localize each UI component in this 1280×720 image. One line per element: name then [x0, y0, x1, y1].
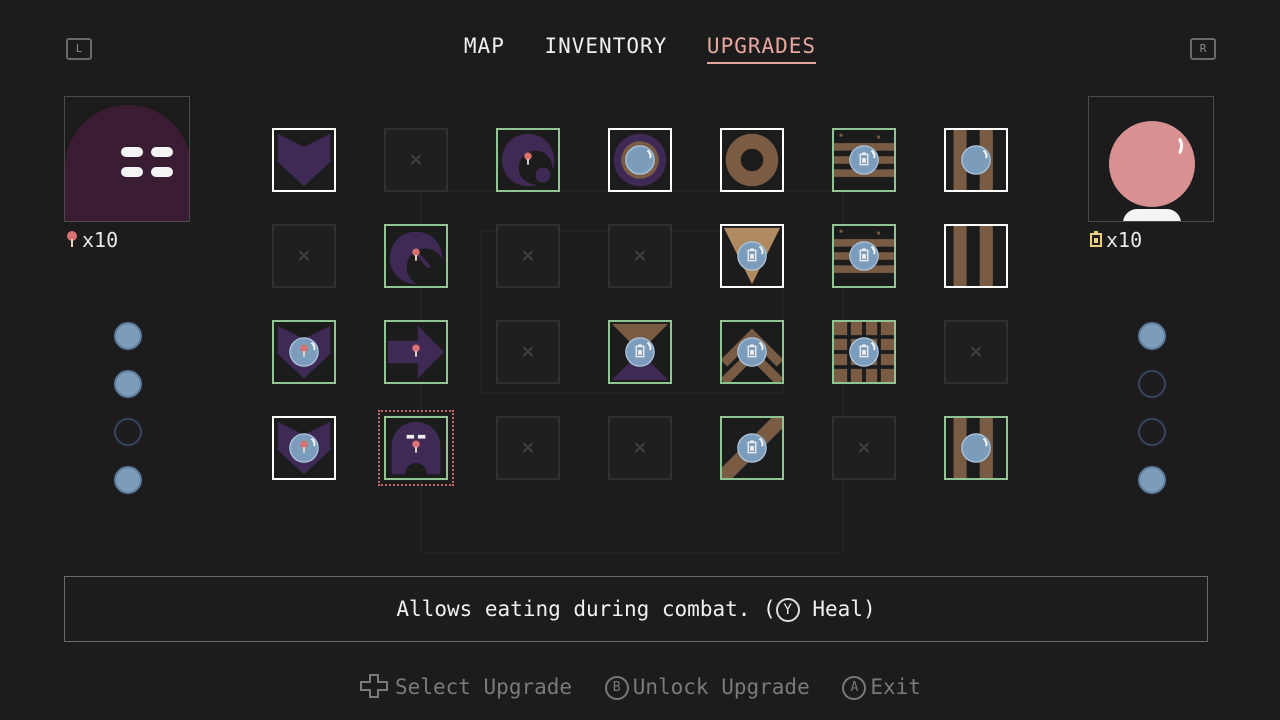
- locked-upgrade-slot[interactable]: ✕: [608, 416, 672, 480]
- battery-stripes-icon: [834, 226, 894, 286]
- control-hints: Select Upgrade B Unlock Upgrade A Exit: [0, 674, 1280, 700]
- donut-icon: [722, 130, 782, 190]
- battery-stripes-icon: [834, 130, 894, 190]
- diagonal-orb-upgrade[interactable]: [720, 416, 784, 480]
- hourglass-orb-icon: [610, 322, 670, 382]
- energy-pip-filled: [114, 370, 142, 398]
- arrow-upgrade[interactable]: [384, 320, 448, 384]
- locked-upgrade-slot[interactable]: ✕: [608, 224, 672, 288]
- bars-orb-icon: [946, 130, 1006, 190]
- energy-pip-empty: [114, 418, 142, 446]
- moon-mushroom-upgrade[interactable]: [496, 128, 560, 192]
- hint-select-upgrade[interactable]: Select Upgrade: [359, 674, 572, 699]
- grid-orb-icon: [834, 322, 894, 382]
- locked-upgrade-slot[interactable]: ✕: [384, 128, 448, 192]
- locked-upgrade-slot[interactable]: ✕: [496, 224, 560, 288]
- tab-upgrades[interactable]: UPGRADES: [706, 34, 817, 64]
- bars-orb-upgrade[interactable]: [944, 128, 1008, 192]
- energy-pip-filled: [114, 466, 142, 494]
- hint-unlock-upgrade[interactable]: B Unlock Upgrade: [604, 675, 810, 700]
- heart-orb-icon: [274, 322, 334, 382]
- heart-icon: [274, 130, 334, 190]
- lock-x-icon: ✕: [633, 243, 647, 268]
- ghost-eye: [151, 147, 173, 157]
- locked-upgrade-slot[interactable]: ✕: [272, 224, 336, 288]
- upgrade-description: Allows eating during combat. (Y Heal): [64, 576, 1208, 642]
- energy-pip-empty: [1138, 370, 1166, 398]
- ring-orb-upgrade[interactable]: [608, 128, 672, 192]
- lock-x-icon: ✕: [521, 243, 535, 268]
- heart-orb-upgrade[interactable]: [272, 320, 336, 384]
- energy-pip-filled: [1138, 322, 1166, 350]
- locked-upgrade-slot[interactable]: ✕: [496, 416, 560, 480]
- energy-pip-filled: [1138, 466, 1166, 494]
- selection-cursor: [378, 410, 454, 486]
- ghost-portrait: [64, 96, 190, 222]
- battery-count-label: x10: [1106, 228, 1143, 252]
- mushroom-count-label: x10: [82, 228, 119, 252]
- hint-label: Unlock Upgrade: [632, 675, 810, 699]
- a-button-icon: A: [842, 676, 867, 700]
- heart-orb-upgrade[interactable]: [272, 416, 336, 480]
- battery-icon: [1090, 231, 1102, 247]
- chevron-orb-icon: [722, 322, 782, 382]
- mushroom-icon: [67, 231, 77, 247]
- pink-orb: [1109, 121, 1195, 207]
- description-text: Allows eating during combat.: [396, 597, 751, 621]
- moon-icon: [498, 130, 558, 190]
- description-action: Heal: [812, 597, 863, 621]
- heart-orb-icon: [274, 418, 334, 478]
- battery-count: x10: [1090, 228, 1142, 252]
- triangle-orb-icon: [722, 226, 782, 286]
- bars-upgrade[interactable]: [944, 224, 1008, 288]
- energy-pip-empty: [1138, 418, 1166, 446]
- battery-stripes-upgrade[interactable]: [832, 128, 896, 192]
- locked-upgrade-slot[interactable]: ✕: [832, 416, 896, 480]
- ghost-eye: [151, 167, 173, 177]
- orb-base: [1123, 209, 1181, 221]
- grid-orb-upgrade[interactable]: [832, 320, 896, 384]
- bars-icon: [946, 226, 1006, 286]
- arrow-icon: [386, 322, 446, 382]
- heart-upgrade[interactable]: [272, 128, 336, 192]
- y-button-icon: Y: [775, 598, 800, 622]
- b-button-icon: B: [604, 676, 629, 700]
- bars-orb-upgrade[interactable]: [944, 416, 1008, 480]
- lock-x-icon: ✕: [857, 435, 871, 460]
- moon-mushroom-upgrade[interactable]: [384, 224, 448, 288]
- ghost-eye: [121, 147, 143, 157]
- lock-x-icon: ✕: [521, 435, 535, 460]
- tab-map[interactable]: MAP: [464, 34, 505, 62]
- locked-upgrade-slot[interactable]: ✕: [944, 320, 1008, 384]
- battery-stripes-upgrade[interactable]: [832, 224, 896, 288]
- lock-x-icon: ✕: [521, 339, 535, 364]
- ghost-eye: [121, 167, 143, 177]
- energy-pip-filled: [114, 322, 142, 350]
- hourglass-orb-upgrade[interactable]: [608, 320, 672, 384]
- diagonal-orb-icon: [722, 418, 782, 478]
- hint-label: Exit: [870, 675, 921, 699]
- orb-portrait: [1088, 96, 1214, 222]
- lock-x-icon: ✕: [969, 339, 983, 364]
- lock-x-icon: ✕: [633, 435, 647, 460]
- dpad-icon: [360, 674, 389, 698]
- lock-x-icon: ✕: [297, 243, 311, 268]
- moon2-icon: [386, 226, 446, 286]
- orb-shine: [1167, 135, 1183, 157]
- ghost-character: [65, 105, 189, 221]
- mushroom-count: x10: [66, 228, 118, 252]
- locked-upgrade-slot[interactable]: ✕: [496, 320, 560, 384]
- ring-orb-icon: [610, 130, 670, 190]
- tab-bar: MAP INVENTORY UPGRADES: [0, 34, 1280, 64]
- lock-x-icon: ✕: [409, 147, 423, 172]
- tab-inventory[interactable]: INVENTORY: [544, 34, 667, 62]
- bars-orb-icon: [946, 418, 1006, 478]
- hint-exit[interactable]: A Exit: [842, 675, 921, 700]
- hint-label: Select Upgrade: [395, 675, 573, 699]
- donut-upgrade[interactable]: [720, 128, 784, 192]
- chevron-orb-upgrade[interactable]: [720, 320, 784, 384]
- triangle-orb-upgrade[interactable]: [720, 224, 784, 288]
